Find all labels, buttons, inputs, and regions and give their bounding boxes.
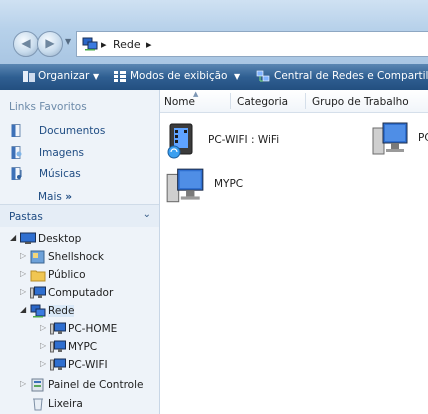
network-item-pc[interactable]: PC xyxy=(370,120,428,162)
breadcrumb-rede[interactable]: Rede xyxy=(113,38,141,51)
command-bar: Organizar ▼ Modos de exibição ▼ Central … xyxy=(0,64,428,90)
recycle-bin-icon xyxy=(33,398,43,411)
expand-arrow-icon[interactable]: ▷ xyxy=(20,269,26,278)
collapse-arrow-icon[interactable]: ◢ xyxy=(20,305,26,314)
tree-label: MYPC xyxy=(68,341,98,353)
tree-item-computador[interactable]: ▷ Computador xyxy=(20,284,170,302)
expand-arrow-icon[interactable]: ▷ xyxy=(20,287,26,296)
column-header: ▲ Nome Categoria Grupo de Trabalho xyxy=(160,90,428,113)
computer-icon xyxy=(50,340,66,353)
chevron-down-icon[interactable]: ⌄ xyxy=(143,209,151,220)
network-icon xyxy=(82,37,98,51)
favorite-musicas[interactable]: Músicas xyxy=(9,165,154,183)
network-item-pc-wifi[interactable]: PC-WIFI : WiFi xyxy=(164,122,304,162)
favorite-label: Músicas xyxy=(39,168,81,180)
music-icon xyxy=(11,167,22,180)
forward-arrow-icon: ▶ xyxy=(45,36,55,50)
views-dropdown-icon[interactable]: ▼ xyxy=(234,72,240,81)
tree-item-publico[interactable]: ▷ Público xyxy=(20,266,170,284)
expand-arrow-icon[interactable]: ▷ xyxy=(40,359,46,368)
tree-label: PC-HOME xyxy=(68,323,118,335)
back-button[interactable]: ◀ xyxy=(13,31,39,57)
forward-button[interactable]: ▶ xyxy=(37,31,63,57)
tree-label: Desktop xyxy=(38,233,82,245)
tree-item-rede[interactable]: ◢ Rede xyxy=(20,302,170,320)
tree-label: Shellshock xyxy=(48,251,105,263)
breadcrumb-separator: ▸ xyxy=(101,38,107,51)
content-pane: ▲ Nome Categoria Grupo de Trabalho PC-WI… xyxy=(160,90,428,414)
tree-item-shellshock[interactable]: ▷ Shellshock xyxy=(20,248,170,266)
computer-icon xyxy=(30,286,46,299)
pictures-icon xyxy=(11,146,22,159)
item-label: MYPC xyxy=(214,178,244,190)
computer-icon xyxy=(166,168,204,203)
back-arrow-icon: ◀ xyxy=(21,36,31,50)
expand-arrow-icon[interactable]: ▷ xyxy=(40,341,46,350)
user-folder-icon xyxy=(30,250,45,264)
expand-arrow-icon[interactable]: ▷ xyxy=(20,251,26,260)
computer-icon xyxy=(372,122,408,155)
control-panel-icon xyxy=(31,378,44,392)
organize-button[interactable]: Organizar xyxy=(38,70,89,82)
favorite-label: Imagens xyxy=(39,147,85,159)
expand-arrow-icon[interactable]: ▷ xyxy=(40,323,46,332)
column-categoria[interactable]: Categoria xyxy=(237,96,288,108)
title-bar: ◀ ▶ ▼ ▸ Rede ▸ xyxy=(0,0,428,64)
navigation-pane: Links Favoritos Documentos Imagens Músic… xyxy=(0,90,160,414)
favorite-documentos[interactable]: Documentos xyxy=(9,122,154,140)
column-divider[interactable] xyxy=(230,93,231,109)
network-item-mypc[interactable]: MYPC xyxy=(164,166,284,210)
network-icon xyxy=(30,304,46,318)
organize-dropdown-icon[interactable]: ▼ xyxy=(93,72,99,81)
computer-icon xyxy=(50,358,66,371)
media-device-icon xyxy=(167,123,193,159)
tree-label: Público xyxy=(48,269,86,281)
folder-icon xyxy=(30,270,46,282)
more-links-button[interactable]: Mais » xyxy=(38,191,72,203)
double-chevron-icon: » xyxy=(65,191,73,203)
tree-label: Computador xyxy=(48,287,114,299)
tree-item-desktop[interactable]: ◢ Desktop xyxy=(10,230,160,248)
favorite-links-title: Links Favoritos xyxy=(9,101,87,113)
folders-header[interactable]: Pastas ⌄ xyxy=(0,204,159,227)
network-center-icon xyxy=(256,70,270,82)
column-divider[interactable] xyxy=(305,93,306,109)
views-button[interactable]: Modos de exibição xyxy=(130,70,227,82)
address-bar[interactable]: ▸ Rede ▸ xyxy=(76,31,428,57)
computer-icon xyxy=(50,322,66,335)
more-label: Mais xyxy=(38,191,62,203)
recent-pages-dropdown[interactable]: ▼ xyxy=(65,37,71,46)
tree-label: Lixeira xyxy=(48,398,83,410)
documents-icon xyxy=(11,124,21,137)
column-grupo-de-trabalho[interactable]: Grupo de Trabalho xyxy=(312,96,409,108)
tree-label: Rede xyxy=(48,305,75,317)
tree-item-painel-de-controle[interactable]: ▷ Painel de Controle xyxy=(20,376,170,394)
tree-item-lixeira[interactable]: Lixeira xyxy=(20,395,170,413)
expand-arrow-icon[interactable]: ▷ xyxy=(20,379,26,388)
favorite-imagens[interactable]: Imagens xyxy=(9,144,154,162)
tree-label: PC-WIFI xyxy=(68,359,108,371)
item-label: PC xyxy=(418,132,428,144)
network-center-button[interactable]: Central de Redes e Compartilha xyxy=(274,70,428,82)
folders-title: Pastas xyxy=(9,211,43,223)
collapse-arrow-icon[interactable]: ◢ xyxy=(10,233,16,242)
column-nome[interactable]: Nome xyxy=(164,96,195,108)
favorite-label: Documentos xyxy=(39,125,106,137)
item-label: PC-WIFI : WiFi xyxy=(208,134,280,146)
views-icon xyxy=(114,71,126,82)
organize-icon xyxy=(23,71,35,82)
tree-label: Painel de Controle xyxy=(48,379,144,391)
breadcrumb-separator[interactable]: ▸ xyxy=(146,38,152,51)
desktop-icon xyxy=(20,232,36,244)
